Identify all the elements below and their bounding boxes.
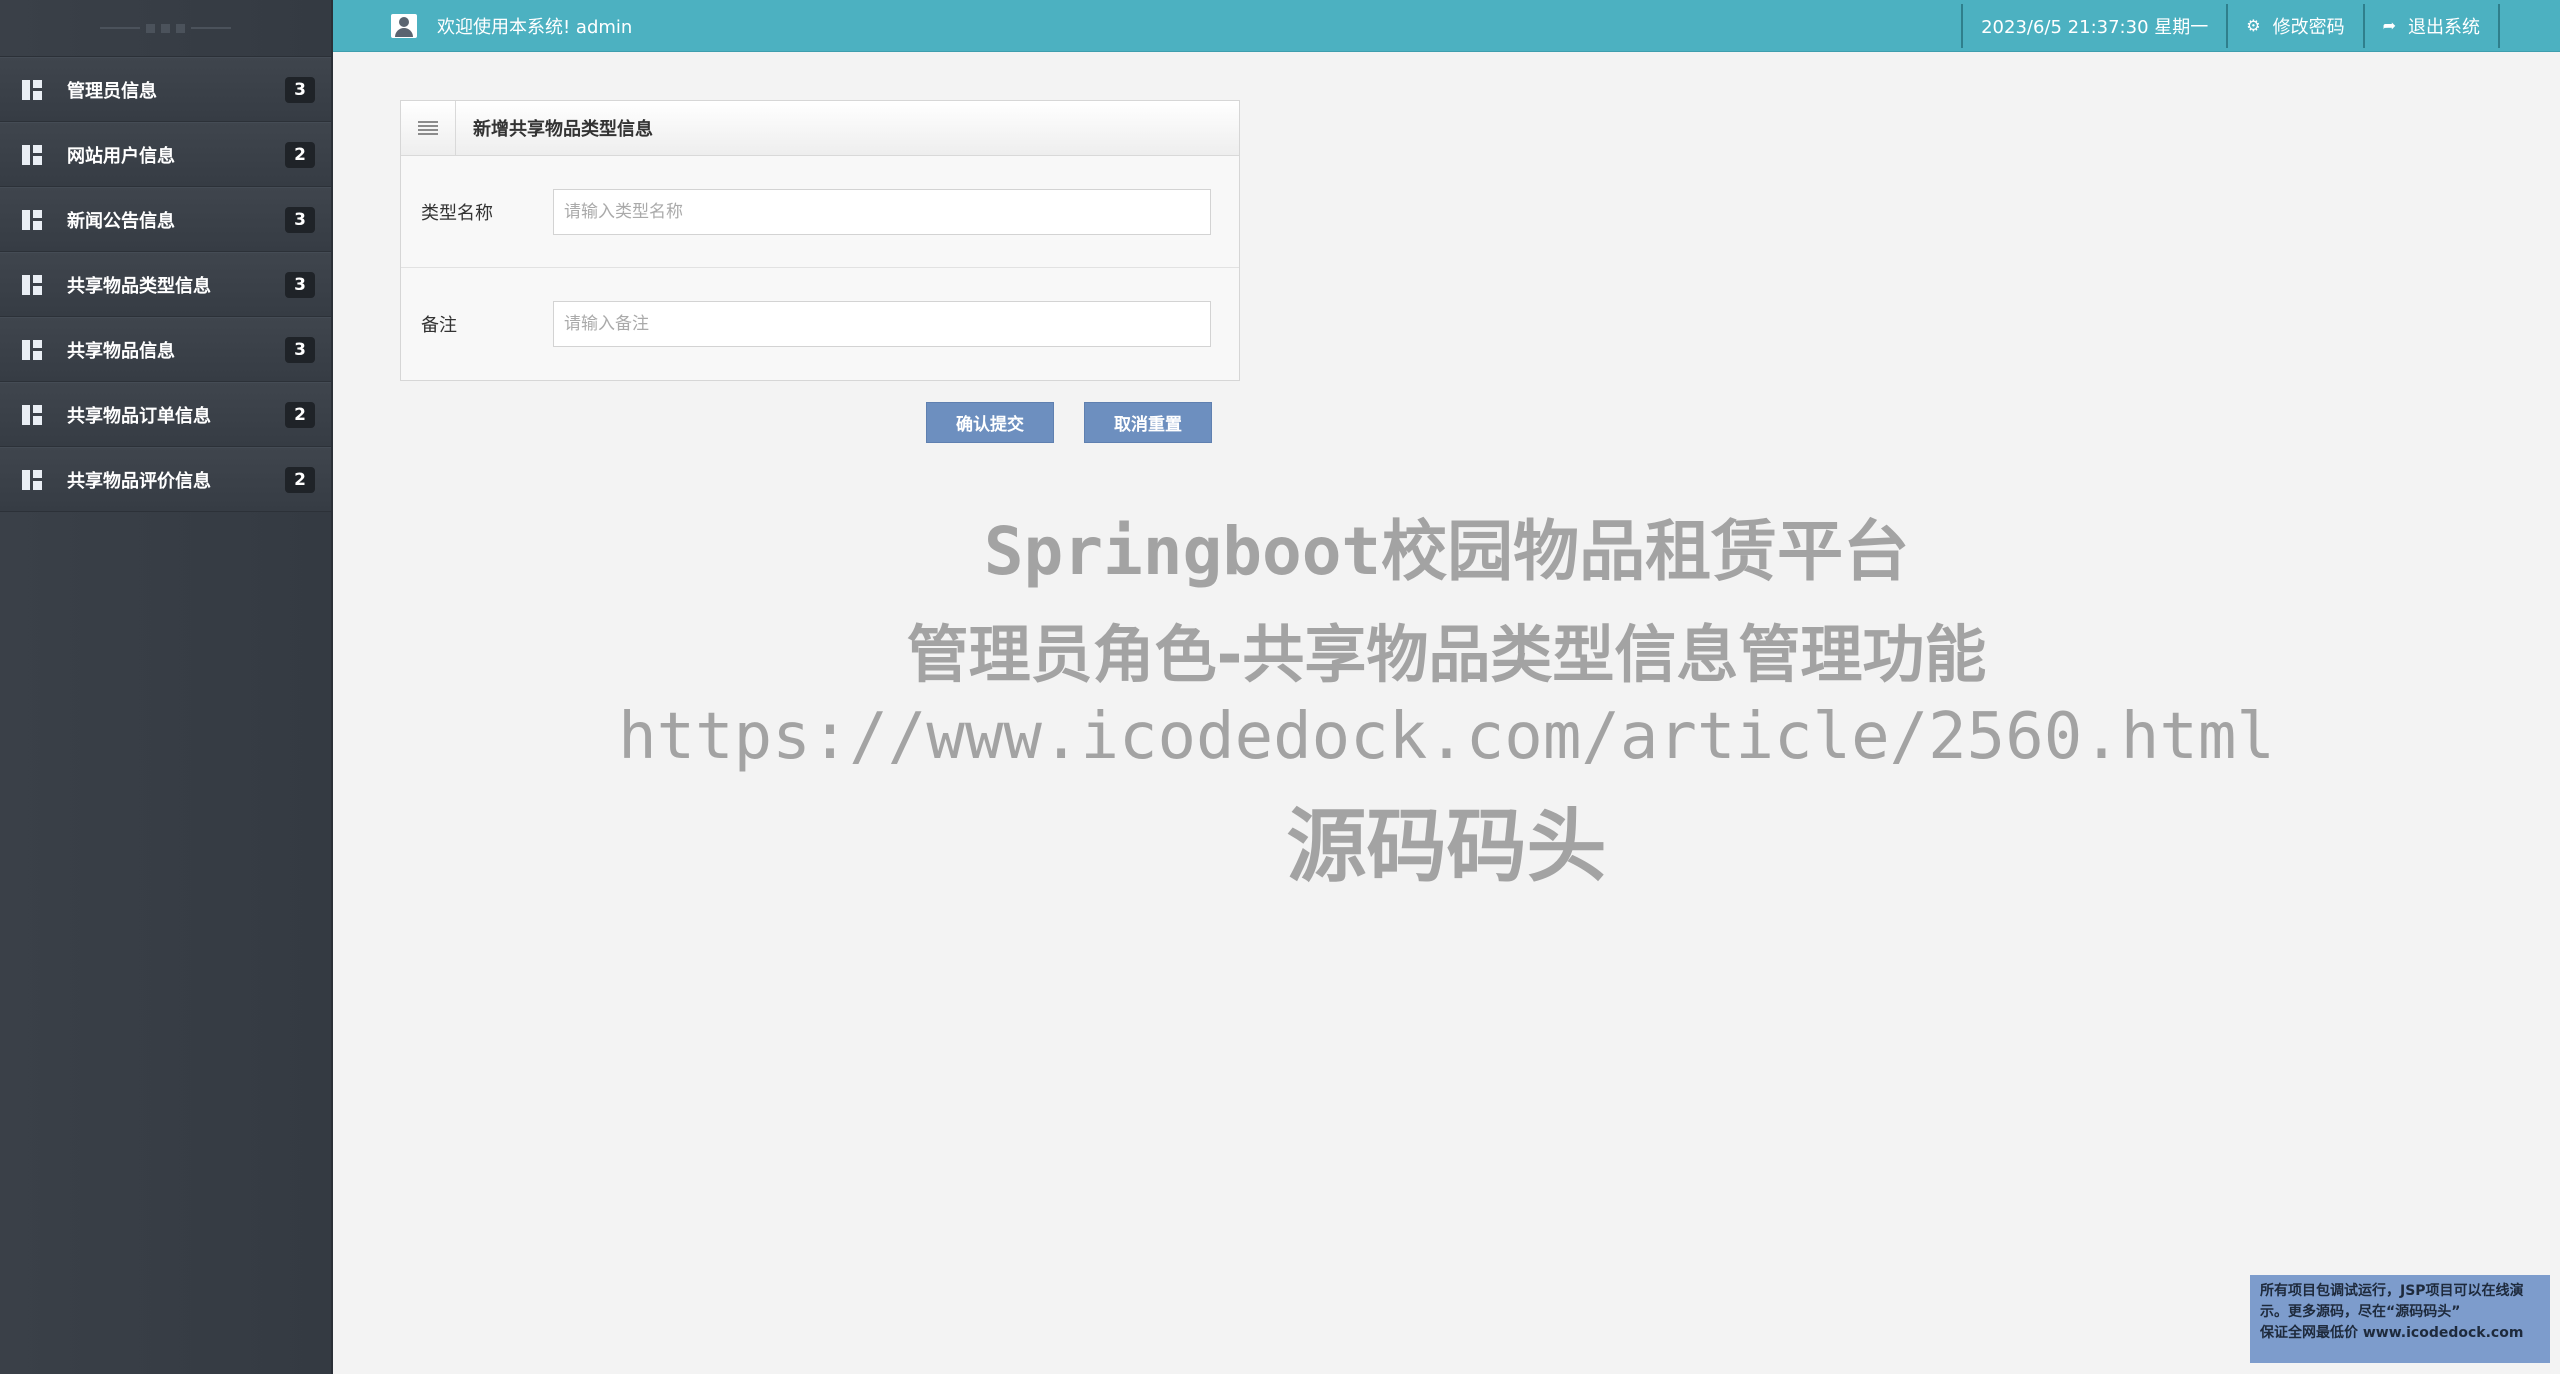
sidebar-collapse-handle[interactable]: [0, 0, 331, 57]
add-type-form-panel: 新增共享物品类型信息 类型名称 备注: [400, 100, 1240, 381]
sidebar-item-news[interactable]: 新闻公告信息 3: [0, 187, 331, 252]
count-badge: 3: [285, 336, 315, 363]
dashboard-icon: [22, 469, 42, 490]
form-row-remark: 备注: [401, 268, 1239, 380]
dashboard-icon: [22, 404, 42, 425]
list-icon: [401, 100, 456, 156]
datetime-text: 2023/6/5 21:37:30 星期一: [1981, 16, 2209, 38]
sidebar-item-label: 管理员信息: [67, 80, 157, 102]
count-badge: 3: [285, 206, 315, 233]
grip-icon: [100, 23, 231, 33]
type-name-label: 类型名称: [421, 202, 493, 224]
remark-label: 备注: [421, 315, 457, 336]
sidebar-item-label: 共享物品类型信息: [67, 275, 211, 297]
panel-title: 新增共享物品类型信息: [473, 119, 653, 140]
sidebar-item-orders[interactable]: 共享物品订单信息 2: [0, 382, 331, 447]
corner-note-line: 所有项目包调试运行，JSP项目可以在线演: [2260, 1283, 2524, 1299]
welcome-text: 欢迎使用本系统! admin: [437, 16, 633, 38]
count-badge: 2: [285, 466, 315, 493]
sidebar-item-items[interactable]: 共享物品信息 3: [0, 317, 331, 382]
top-bar: 欢迎使用本系统! admin 2023/6/5 21:37:30 星期一 ⚙ 修…: [333, 0, 2560, 52]
watermark-subtitle: 管理员角色-共享物品类型信息管理功能: [906, 618, 1987, 691]
sidebar-item-item-types[interactable]: 共享物品类型信息 3: [0, 252, 331, 317]
dashboard-icon: [22, 144, 42, 165]
change-password-label: 修改密码: [2272, 16, 2345, 38]
count-badge: 3: [285, 271, 315, 298]
sidebar-item-admin-info[interactable]: 管理员信息 3: [0, 57, 331, 122]
sidebar-item-site-users[interactable]: 网站用户信息 2: [0, 122, 331, 187]
submit-button[interactable]: 确认提交: [926, 402, 1054, 443]
corner-note-line: 示。更多源码，尽在“源码码头”: [2260, 1304, 2461, 1320]
share-arrow-icon: ➦: [2382, 16, 2396, 35]
reset-button[interactable]: 取消重置: [1084, 402, 1212, 443]
dashboard-icon: [22, 209, 42, 230]
watermark-brand: 源码码头: [1286, 800, 1607, 893]
logout-link[interactable]: ➦ 退出系统: [2362, 3, 2500, 48]
sidebar-item-label: 共享物品订单信息: [67, 405, 211, 427]
sidebar-item-label: 共享物品评价信息: [67, 470, 211, 492]
form-row-type-name: 类型名称: [401, 156, 1239, 268]
count-badge: 2: [285, 141, 315, 168]
count-badge: 2: [285, 401, 315, 428]
gear-icon: ⚙: [2246, 16, 2261, 35]
type-name-input[interactable]: [553, 188, 1211, 235]
dashboard-icon: [22, 79, 42, 100]
user-icon: [391, 13, 417, 38]
corner-promo-note: 所有项目包调试运行，JSP项目可以在线演 示。更多源码，尽在“源码码头” 保证全…: [2250, 1275, 2550, 1363]
change-password-link[interactable]: ⚙ 修改密码: [2226, 3, 2362, 48]
sidebar-item-reviews[interactable]: 共享物品评价信息 2: [0, 447, 331, 512]
sidebar-item-label: 网站用户信息: [67, 145, 175, 167]
corner-note-line: 保证全网最低价 www.icodedock.com: [2260, 1325, 2524, 1341]
dashboard-icon: [22, 274, 42, 295]
sidebar: 管理员信息 3 网站用户信息 2 新闻公告信息 3 共享物品类型信息 3 共享物…: [0, 0, 333, 1374]
watermark-title: Springboot校园物品租赁平台: [983, 513, 1910, 590]
logout-label: 退出系统: [2408, 16, 2480, 38]
count-badge: 3: [285, 76, 315, 103]
sidebar-item-label: 新闻公告信息: [67, 210, 175, 232]
watermark-url: https://www.icodedock.com/article/2560.h…: [618, 700, 2275, 774]
remark-input[interactable]: [553, 301, 1211, 347]
datetime-display: 2023/6/5 21:37:30 星期一: [1961, 3, 2226, 48]
sidebar-item-label: 共享物品信息: [67, 340, 175, 362]
panel-header: 新增共享物品类型信息: [401, 100, 1239, 156]
dashboard-icon: [22, 339, 42, 360]
